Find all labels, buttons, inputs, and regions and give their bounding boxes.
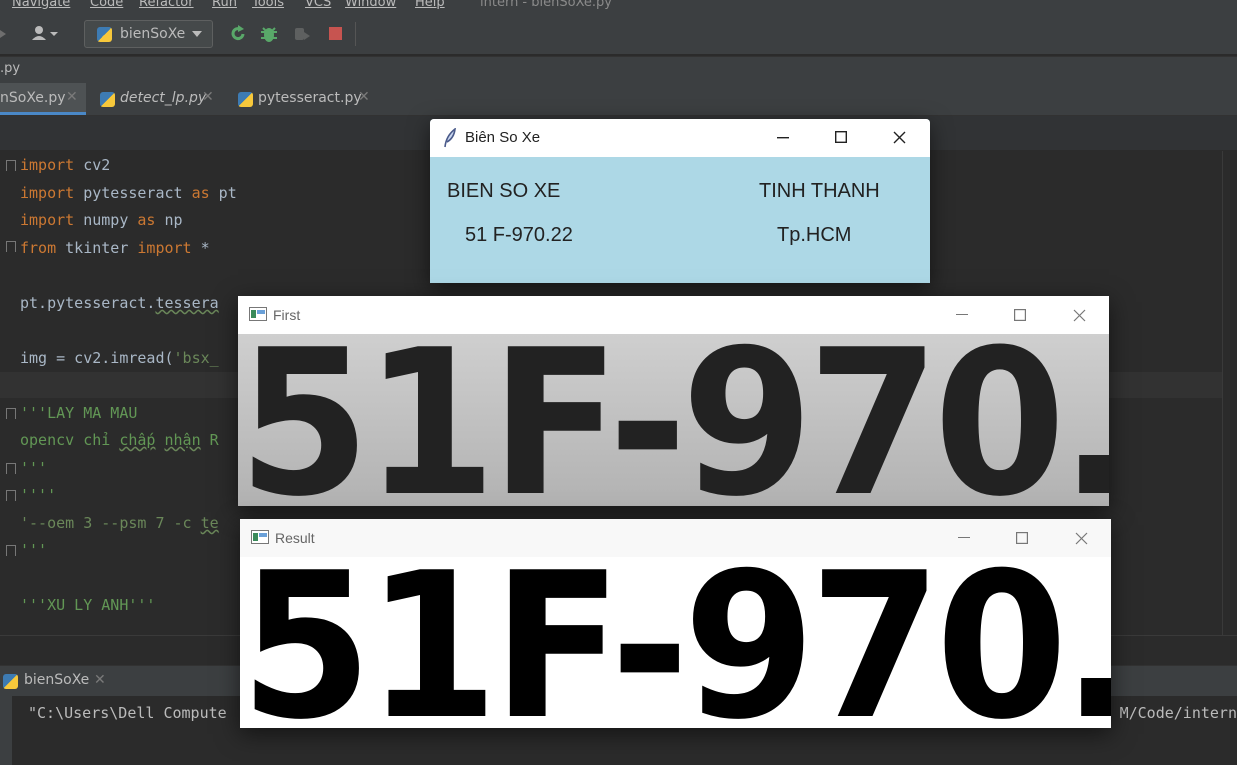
fold-marker-icon[interactable]: [6, 408, 16, 419]
menu-vcs[interactable]: VCS: [305, 0, 331, 10]
editor-scrollbar[interactable]: [1222, 151, 1237, 635]
maximize-button[interactable]: [818, 119, 864, 157]
minimize-button[interactable]: [941, 519, 987, 557]
tk-feather-icon: [444, 128, 456, 148]
plate-image-binary: 51F-970.22: [240, 557, 1111, 728]
run-config-label: bienSoXe: [120, 26, 186, 42]
run-tab-label[interactable]: bienSoXe: [24, 672, 89, 688]
menu-refactor[interactable]: Refactor: [139, 0, 194, 10]
code-line: ''': [20, 459, 48, 477]
ide-window-title: intern - bienSoXe.py: [480, 0, 612, 10]
navigation-bar: .py: [0, 56, 1237, 83]
code-line: '--oem 3 --psm 7 -c te: [20, 514, 219, 532]
fold-marker-icon[interactable]: [6, 490, 16, 501]
close-icon[interactable]: ✕: [94, 672, 106, 688]
tab-pytesseract[interactable]: pytesseract.py ✕: [232, 83, 378, 115]
minimize-button[interactable]: [760, 119, 806, 157]
minimize-icon: [958, 537, 970, 538]
window-title: Result: [275, 530, 315, 546]
code-line: ''': [20, 541, 48, 559]
fold-marker-icon[interactable]: [6, 241, 16, 252]
cv-window-first: First 51F-970.22: [238, 296, 1109, 506]
close-icon: [1073, 309, 1086, 322]
cv-window-titlebar[interactable]: First: [238, 296, 1109, 334]
window-title: First: [273, 307, 301, 323]
code-line: pt.pytesseract.tessera: [20, 294, 219, 312]
menu-bar: Navigate Code Refactor Run Tools VCS Win…: [0, 0, 1237, 14]
minimize-icon: [956, 314, 968, 315]
tab-label: nSoXe.py: [0, 90, 66, 106]
code-line: from tkinter import *: [20, 239, 210, 257]
fold-marker-icon[interactable]: [6, 160, 16, 171]
close-icon: [893, 131, 906, 144]
console-output-left: "C:\Users\Dell Compute: [28, 704, 227, 722]
fold-marker-icon[interactable]: [6, 545, 16, 556]
run-config-selector[interactable]: bienSoXe: [84, 20, 213, 48]
user-dropdown-icon[interactable]: [30, 24, 62, 44]
minimize-icon: [777, 137, 789, 139]
maximize-icon: [1016, 532, 1028, 544]
console-output-right: M/Code/intern: [1119, 704, 1237, 722]
close-button[interactable]: [1056, 296, 1102, 334]
close-icon[interactable]: ✕: [202, 89, 214, 105]
close-icon[interactable]: ✕: [358, 89, 370, 105]
maximize-button[interactable]: [997, 296, 1043, 334]
menu-tools[interactable]: Tools: [252, 0, 284, 10]
tab-label: pytesseract.py: [258, 90, 362, 106]
python-file-icon: [100, 92, 115, 107]
maximize-icon: [1014, 309, 1026, 321]
plate-image-text: 51F-970.22: [238, 334, 1109, 506]
code-line: '''': [20, 486, 57, 504]
opencv-window-icon: [251, 530, 269, 544]
opencv-window-icon: [249, 307, 267, 321]
tk-window-bien-so-xe: Biên So Xe BIEN SO XE TINH THANH 51 F-97…: [430, 119, 930, 283]
editor-tab-bar: nSoXe.py ✕ detect_lp.py ✕ pytesseract.py…: [0, 83, 1237, 116]
plate-value-label: 51 F-970.22: [465, 224, 573, 246]
debug-bug-icon[interactable]: [259, 24, 279, 44]
menu-run[interactable]: Run: [212, 0, 237, 10]
toolbar-divider: [355, 22, 356, 46]
menu-navigate[interactable]: Navigate: [12, 0, 70, 10]
tk-window-titlebar[interactable]: Biên So Xe: [430, 119, 930, 157]
menu-help[interactable]: Help: [415, 0, 445, 10]
plate-image-text: 51F-970.22: [240, 557, 1111, 728]
cv-window-result: Result 51F-970.22: [240, 519, 1111, 728]
python-file-icon: [97, 27, 112, 42]
close-button[interactable]: [876, 119, 922, 157]
tab-detect-lp[interactable]: detect_lp.py ✕: [94, 83, 224, 115]
close-button[interactable]: [1058, 519, 1104, 557]
menu-code[interactable]: Code: [90, 0, 123, 10]
code-line: import cv2: [20, 156, 111, 174]
stop-icon[interactable]: [326, 24, 346, 44]
cv-window-titlebar[interactable]: Result: [240, 519, 1111, 557]
chevron-down-icon: [192, 31, 202, 37]
python-file-icon: [238, 92, 253, 107]
maximize-icon: [835, 131, 847, 143]
close-icon[interactable]: ✕: [66, 89, 78, 105]
rerun-icon[interactable]: [228, 24, 248, 44]
code-line: '''LAY MA MAU: [20, 404, 138, 422]
code-line: import pytesseract as pt: [20, 184, 237, 202]
fold-marker-icon[interactable]: [6, 463, 16, 474]
plate-image-grayscale: 51F-970.22: [238, 334, 1109, 506]
python-file-icon: [3, 674, 18, 689]
tab-label: detect_lp.py: [120, 90, 207, 106]
code-line: '''XU LY ANH''': [20, 596, 156, 614]
window-title: Biên So Xe: [465, 129, 541, 146]
attach-debugger-icon[interactable]: [292, 24, 312, 44]
tab-biensoxe[interactable]: nSoXe.py ✕: [0, 83, 86, 115]
menu-window[interactable]: Window: [345, 0, 396, 10]
nav-file-name[interactable]: .py: [0, 61, 20, 76]
maximize-button[interactable]: [999, 519, 1045, 557]
province-value-label: Tp.HCM: [777, 224, 852, 246]
code-line: img = cv2.imread('bsx_: [20, 349, 219, 367]
plate-header-label: BIEN SO XE: [447, 180, 561, 202]
minimize-button[interactable]: [939, 296, 985, 334]
forward-arrow-icon[interactable]: [0, 24, 16, 44]
province-header-label: TINH THANH: [759, 180, 880, 202]
close-icon: [1075, 532, 1088, 545]
main-toolbar: bienSoXe: [0, 14, 1237, 54]
code-line: opencv chỉ chấp nhận R: [20, 431, 219, 449]
code-line: import numpy as np: [20, 211, 183, 229]
